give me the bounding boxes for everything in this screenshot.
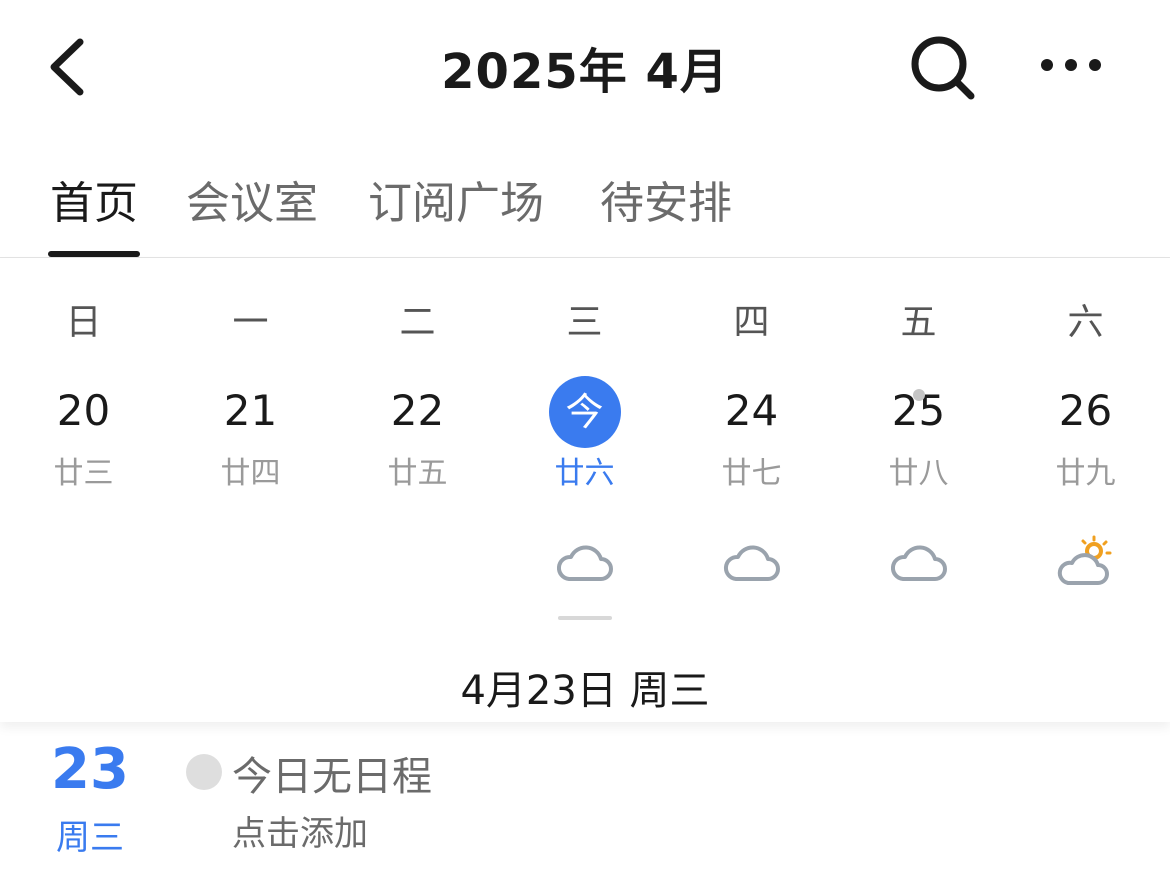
cloudy-icon — [556, 545, 613, 581]
agenda-section: 23 周三 今日无日程 点击添加 — [0, 722, 1170, 885]
calendar-column-sun: 日 20 廿三 — [0, 258, 167, 638]
tab-meeting-room[interactable]: 会议室 — [186, 167, 318, 231]
agenda-status-dot — [186, 754, 222, 790]
weekday-label: 三 — [566, 302, 603, 343]
day-number: 20 — [56, 386, 111, 435]
lunar-date: 廿三 — [53, 456, 114, 491]
day-cell-22[interactable]: 22 廿五 — [342, 368, 493, 491]
event-indicator-dot — [912, 389, 925, 401]
lunar-date: 廿八 — [888, 456, 949, 491]
day-cell-today[interactable]: 今 廿六 — [509, 368, 660, 491]
partly-sunny-icon — [1057, 535, 1111, 585]
calendar-app: 2025年 4月 首页 会议室 订阅广场 待安排 日 20 廿三 一 21 廿四… — [0, 0, 1170, 885]
day-cell-24[interactable]: 24 廿七 — [676, 368, 827, 491]
top-bar: 2025年 4月 — [0, 0, 1170, 135]
add-event-link[interactable]: 点击添加 — [232, 806, 368, 855]
calendar-column-mon: 一 21 廿四 — [167, 258, 334, 638]
page-title[interactable]: 2025年 4月 — [0, 32, 1170, 102]
cloudy-icon — [890, 545, 947, 581]
cloudy-icon — [723, 545, 780, 581]
day-number: 24 — [724, 386, 779, 435]
weekday-label: 一 — [232, 302, 269, 343]
day-number: 26 — [1058, 386, 1113, 435]
tab-subscription-square[interactable]: 订阅广场 — [368, 167, 544, 231]
day-cell-20[interactable]: 20 廿三 — [8, 368, 159, 491]
lunar-date: 廿五 — [387, 456, 448, 491]
more-button[interactable] — [1035, 40, 1110, 90]
search-icon — [911, 36, 975, 100]
no-events-label: 今日无日程 — [232, 754, 432, 800]
lunar-date: 廿九 — [1055, 456, 1116, 491]
more-horizontal-icon — [1041, 59, 1101, 71]
day-cell-21[interactable]: 21 廿四 — [175, 368, 326, 491]
lunar-date: 廿六 — [554, 456, 615, 491]
tab-bar: 首页 会议室 订阅广场 待安排 — [0, 145, 1170, 258]
weekday-label: 二 — [399, 302, 436, 343]
today-marker: 今 — [548, 376, 621, 448]
calendar-column-wed: 三 今 廿六 — [501, 258, 668, 638]
calendar-column-tue: 二 22 廿五 — [334, 258, 501, 638]
weekday-label: 四 — [733, 302, 770, 343]
day-number: 21 — [223, 386, 278, 435]
tab-to-schedule[interactable]: 待安排 — [600, 167, 732, 231]
day-cell-25[interactable]: 25 廿八 — [843, 368, 994, 491]
agenda-weekday: 周三 — [56, 818, 124, 858]
week-calendar: 日 20 廿三 一 21 廿四 二 22 廿五 三 今 廿六 四 24 廿七 五… — [0, 258, 1170, 722]
weekday-label: 五 — [900, 302, 937, 343]
tab-home[interactable]: 首页 — [50, 167, 138, 231]
day-number: 22 — [390, 386, 445, 435]
calendar-column-sat: 六 26 廿九 — [1002, 258, 1169, 638]
day-cell-26[interactable]: 26 廿九 — [1010, 368, 1161, 491]
calendar-column-fri: 五 25 廿八 — [835, 258, 1002, 638]
selected-date-label: 4月23日 周三 — [460, 668, 710, 714]
lunar-date: 廿七 — [721, 456, 782, 491]
search-button[interactable] — [905, 30, 980, 105]
calendar-column-thu: 四 24 廿七 — [668, 258, 835, 638]
today-indicator-bar — [558, 616, 612, 620]
weekday-label: 日 — [65, 302, 102, 343]
lunar-date: 廿四 — [220, 456, 281, 491]
agenda-day-number: 23 — [51, 737, 129, 802]
weekday-label: 六 — [1067, 302, 1104, 343]
